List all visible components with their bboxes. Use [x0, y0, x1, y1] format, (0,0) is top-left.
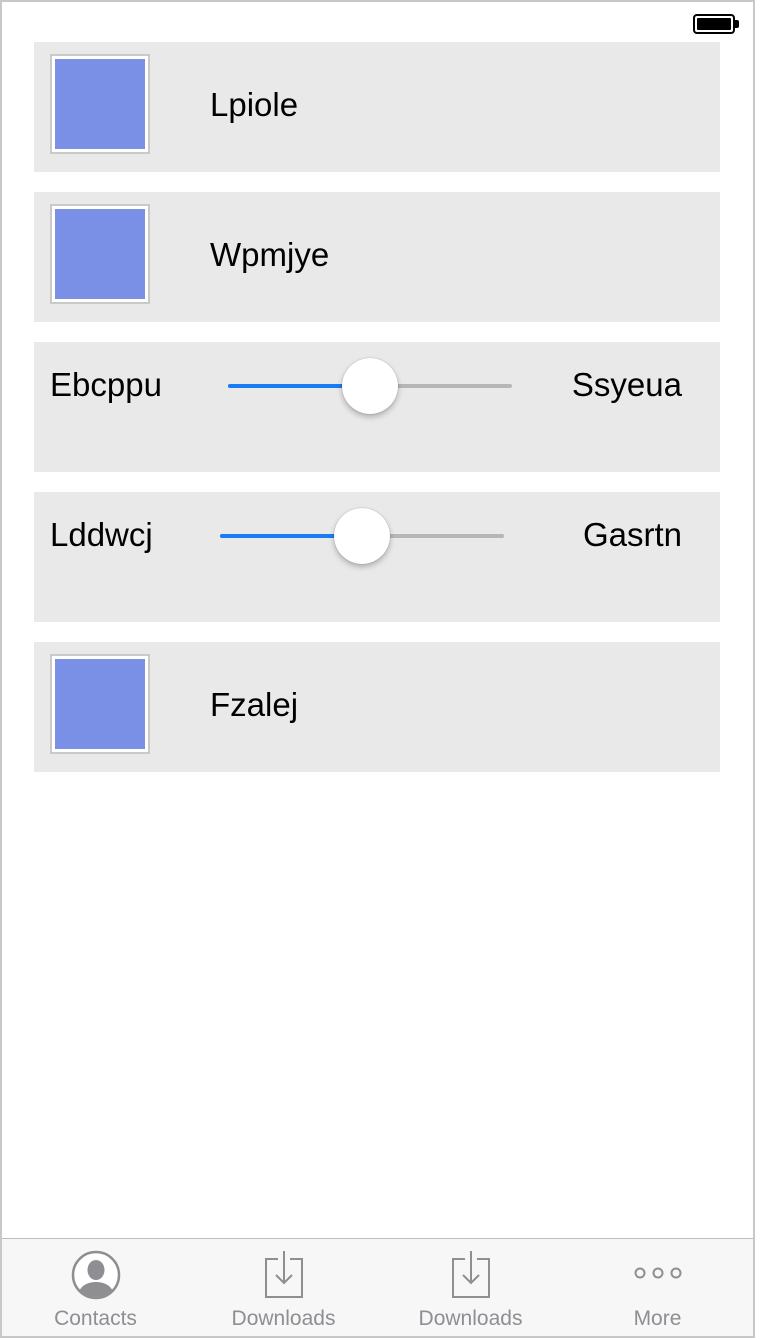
- tab-downloads[interactable]: Downloads: [377, 1239, 564, 1336]
- slider-max-label: Gasrtn: [582, 516, 682, 553]
- thumbnail-image: [50, 204, 150, 304]
- tab-bar: Contacts Downloads Downloads More: [2, 1238, 753, 1336]
- slider-max-label: Ssyeua: [571, 366, 682, 403]
- thumbnail-image: [50, 54, 150, 154]
- item-label: Fzalej: [210, 686, 299, 723]
- slider-thumb[interactable]: [334, 508, 390, 564]
- list-item[interactable]: Lpiole: [34, 42, 720, 172]
- battery-icon: [693, 14, 739, 34]
- app-screen: Lpiole Wpmjye Ebcppu Ssyeua Lddwcj Gasrt…: [0, 0, 755, 1338]
- item-label: Wpmjye: [210, 236, 330, 273]
- tab-downloads[interactable]: Downloads: [190, 1239, 377, 1336]
- more-icon: [630, 1247, 686, 1303]
- slider-min-label: Lddwcj: [50, 516, 153, 553]
- tab-contacts[interactable]: Contacts: [2, 1239, 189, 1336]
- slider-min-label: Ebcppu: [50, 366, 162, 403]
- tab-more[interactable]: More: [564, 1239, 751, 1336]
- download-icon: [256, 1247, 312, 1303]
- tab-label: Contacts: [54, 1307, 137, 1330]
- slider-row: Lddwcj Gasrtn: [34, 492, 720, 622]
- contact-icon: [68, 1247, 124, 1303]
- tab-label: Downloads: [231, 1307, 336, 1330]
- list-item[interactable]: Fzalej: [34, 642, 720, 772]
- slider-row: Ebcppu Ssyeua: [34, 342, 720, 472]
- tab-label: More: [633, 1307, 682, 1330]
- tab-label: Downloads: [418, 1307, 523, 1330]
- thumbnail-image: [50, 654, 150, 754]
- download-icon: [443, 1247, 499, 1303]
- list-item[interactable]: Wpmjye: [34, 192, 720, 322]
- item-label: Lpiole: [210, 86, 299, 123]
- slider-thumb[interactable]: [342, 358, 398, 414]
